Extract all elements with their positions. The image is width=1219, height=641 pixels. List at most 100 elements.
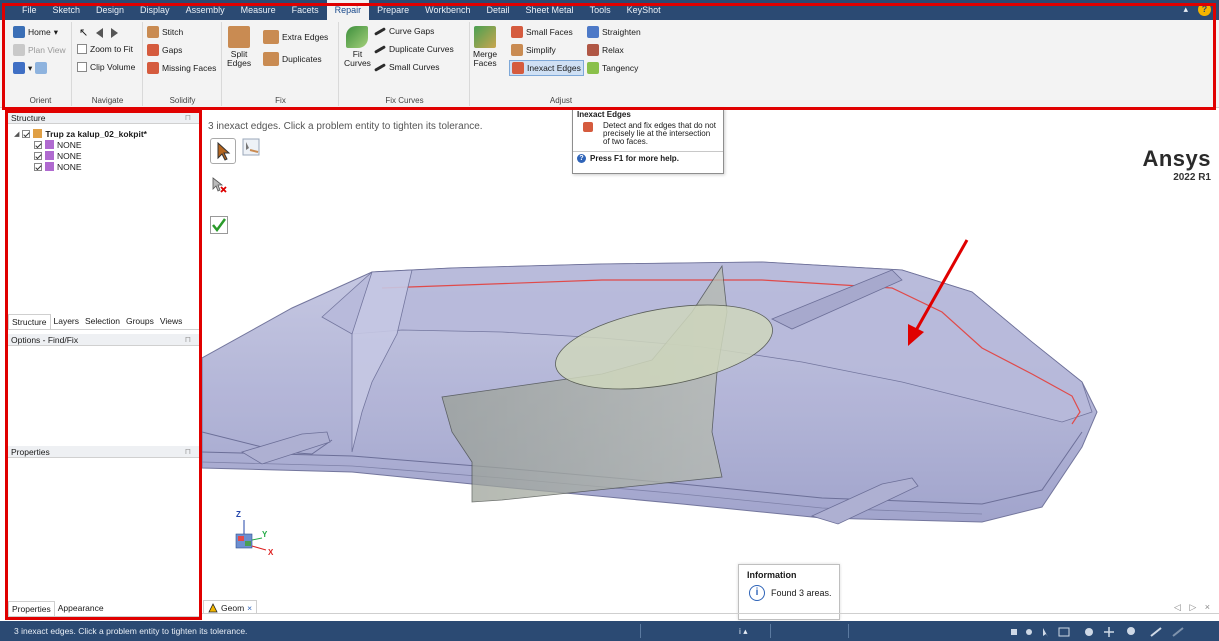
group-label-fix: Fix	[275, 96, 286, 105]
straighten-button[interactable]: Straighten	[587, 26, 641, 38]
duplicate-curves-icon	[374, 44, 386, 54]
tree-root[interactable]: ◢ Trup za kalup_02_kokpit*	[14, 128, 199, 139]
gaps-icon	[147, 44, 159, 56]
select-arrow-icon[interactable]: ↖	[79, 26, 88, 39]
extra-edges-button[interactable]: Extra Edges	[263, 30, 328, 44]
small-curves-button[interactable]: Small Curves	[374, 62, 440, 72]
missing-faces-button[interactable]: Missing Faces	[147, 62, 216, 74]
group-label-orient: Orient	[29, 96, 52, 105]
next-view-icon[interactable]	[111, 27, 119, 38]
collapse-icon[interactable]: ◢	[14, 130, 19, 138]
tab-appearance[interactable]: Appearance	[55, 601, 107, 616]
zoom-to-fit-button[interactable]: Zoom to Fit	[77, 44, 133, 54]
tab-structure[interactable]: Structure	[8, 314, 51, 329]
tree-checkbox[interactable]	[34, 151, 42, 160]
info-icon: i	[749, 585, 765, 601]
information-row: i Found 3 areas.	[739, 580, 839, 601]
small-faces-button[interactable]: Small Faces	[511, 26, 573, 38]
menu-detail[interactable]: Detail	[479, 0, 518, 20]
duplicates-button[interactable]: Duplicates	[263, 52, 322, 66]
menu-design[interactable]: Design	[88, 0, 132, 20]
properties-tabs: Properties Appearance	[8, 601, 199, 617]
tree-item[interactable]: NONE	[14, 150, 199, 161]
status-tool-icons[interactable]	[1009, 625, 1209, 639]
view-cube-button[interactable]: ▾	[13, 62, 48, 74]
fit-curves-button[interactable]: Fit Curves	[344, 26, 371, 68]
menu-measure[interactable]: Measure	[233, 0, 284, 20]
tooltip-description: Detect and fix edges that do not precise…	[603, 121, 716, 146]
spin-icon	[1026, 628, 1032, 635]
relax-button[interactable]: Relax	[587, 44, 624, 56]
stitch-button[interactable]: Stitch	[147, 26, 183, 38]
tree-checkbox[interactable]	[34, 140, 42, 149]
simplify-button[interactable]: Simplify	[511, 44, 556, 56]
pin-icon[interactable]: ⊓	[185, 112, 191, 124]
status-info-menu[interactable]: i ▴	[739, 621, 748, 641]
missing-faces-icon	[147, 62, 159, 74]
menu-prepare[interactable]: Prepare	[369, 0, 417, 20]
viewport[interactable]: 3 inexact edges. Click a problem entity …	[202, 112, 1219, 600]
pin-icon[interactable]: ⊓	[185, 334, 191, 346]
menu-workbench[interactable]: Workbench	[417, 0, 478, 20]
home-icon	[13, 26, 25, 38]
home-button[interactable]: Home ▾	[13, 26, 58, 38]
plan-view-icon	[13, 44, 25, 56]
clip-volume-button[interactable]: Clip Volume	[77, 62, 135, 72]
curve-gaps-button[interactable]: Curve Gaps	[374, 26, 434, 36]
extra-edges-icon	[263, 30, 279, 44]
previous-view-icon[interactable]	[96, 27, 104, 38]
tangency-icon	[587, 62, 599, 74]
duplicate-curves-button[interactable]: Duplicate Curves	[374, 44, 454, 54]
menu-display[interactable]: Display	[132, 0, 178, 20]
left-panel: Structure ⊓ ◢ Trup za kalup_02_kokpit* NO…	[8, 112, 199, 618]
move-icon	[1104, 626, 1114, 637]
tree-checkbox[interactable]	[34, 162, 42, 171]
menu-tools[interactable]: Tools	[582, 0, 619, 20]
tab-views[interactable]: Views	[157, 314, 186, 329]
tab-layers[interactable]: Layers	[51, 314, 83, 329]
tree-item[interactable]: NONE	[14, 139, 199, 150]
navigate-tools: ↖	[79, 26, 119, 39]
structure-header: Structure ⊓	[8, 112, 199, 124]
status-tools	[1009, 621, 1209, 641]
snap-icon	[1011, 628, 1017, 635]
status-info-icon: i ▴	[739, 626, 748, 636]
help-icon[interactable]: ?	[1198, 3, 1211, 16]
axis-y-label: Y	[262, 530, 268, 539]
minimize-ribbon-icon[interactable]: ▴	[1183, 4, 1188, 15]
tooltip-help: ? Press F1 for more help.	[573, 152, 723, 165]
menu-assembly[interactable]: Assembly	[178, 0, 233, 20]
model-geometry[interactable]	[202, 112, 1219, 600]
tree-item[interactable]: NONE	[14, 161, 199, 172]
isometric-icon[interactable]	[35, 62, 48, 74]
tab-selection[interactable]: Selection	[82, 314, 123, 329]
status-separator	[770, 624, 771, 638]
document-tab-geom[interactable]: Geom ×	[203, 600, 258, 614]
tab-groups[interactable]: Groups	[123, 314, 157, 329]
menu-right-controls: ▴ ?	[1183, 3, 1211, 16]
document-tab-navigation[interactable]: ◁ ▷ ×	[1174, 602, 1213, 613]
information-title: Information	[747, 570, 797, 580]
split-edges-button[interactable]: Split Edges	[227, 26, 251, 68]
menu-sketch[interactable]: Sketch	[45, 0, 89, 20]
plan-view-button[interactable]: Plan View	[13, 44, 66, 56]
tree-checkbox[interactable]	[22, 129, 31, 138]
menu-file[interactable]: File	[14, 0, 45, 20]
tangency-button[interactable]: Tangency	[587, 62, 638, 74]
menu-sheet-metal[interactable]: Sheet Metal	[518, 0, 582, 20]
tab-properties[interactable]: Properties	[8, 601, 55, 616]
pin-icon[interactable]: ⊓	[185, 446, 191, 458]
menu-facets[interactable]: Facets	[284, 0, 327, 20]
curve-gaps-icon	[374, 26, 386, 36]
properties-header: Properties ⊓	[8, 446, 199, 458]
merge-faces-button[interactable]: Merge Faces	[473, 26, 497, 68]
menu-keyshot[interactable]: KeyShot	[619, 0, 669, 20]
menu-repair[interactable]: Repair	[326, 0, 370, 20]
gaps-button[interactable]: Gaps	[147, 44, 182, 56]
inexact-edges-icon	[512, 62, 524, 74]
axis-x-label: X	[268, 548, 274, 557]
close-tab-icon[interactable]: ×	[247, 603, 252, 613]
axis-z-label: Z	[236, 510, 241, 519]
structure-tree: ◢ Trup za kalup_02_kokpit* NONE NONE NON…	[8, 124, 199, 172]
inexact-edges-button[interactable]: Inexact Edges	[509, 60, 584, 76]
